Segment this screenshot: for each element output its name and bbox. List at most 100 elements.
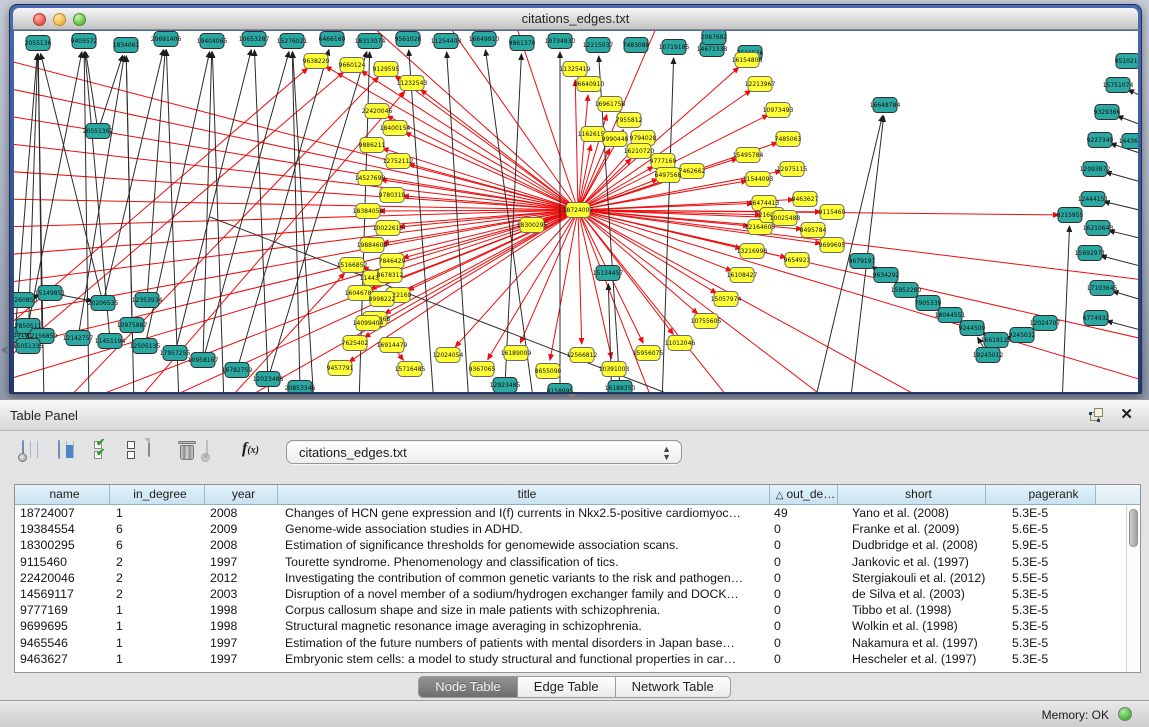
graph-node[interactable]: 15134457: [593, 266, 624, 281]
graph-edge[interactable]: [1101, 256, 1138, 269]
graph-node[interactable]: 10653287: [239, 32, 270, 47]
column-header-title[interactable]: title: [278, 485, 770, 504]
table-row[interactable]: 1872400712008Changes of HCN gene express…: [15, 505, 1140, 521]
graph-node[interactable]: 8678312: [377, 268, 404, 283]
graph-node[interactable]: 11254403: [431, 34, 462, 49]
graph-node[interactable]: 13216998: [737, 244, 768, 259]
graph-node[interactable]: 9245032: [1009, 328, 1036, 343]
graph-node[interactable]: 12752112: [383, 154, 414, 169]
graph-node[interactable]: 7625402: [342, 336, 369, 351]
graph-node[interactable]: 16914479: [377, 338, 408, 353]
graph-node[interactable]: 11232543: [397, 76, 428, 91]
graph-node[interactable]: 10755605: [691, 314, 722, 329]
graph-node[interactable]: 10719185: [659, 40, 690, 55]
graph-node[interactable]: 9777169: [650, 154, 677, 169]
graph-edge[interactable]: [505, 54, 521, 385]
graph-edge[interactable]: [1104, 202, 1138, 213]
graph-node[interactable]: 12566812: [567, 348, 598, 363]
graph-node[interactable]: 16961758: [595, 97, 626, 112]
graph-node[interactable]: 10975887: [117, 318, 148, 333]
scrollbar-thumb[interactable]: [1129, 509, 1138, 547]
graph-node[interactable]: 18400154: [380, 121, 411, 136]
graph-node[interactable]: 7955812: [616, 113, 643, 128]
graph-node[interactable]: 15051335: [14, 339, 43, 354]
graph-edge[interactable]: [203, 52, 212, 360]
graph-edge[interactable]: [1113, 291, 1138, 303]
graph-node[interactable]: 9244509: [959, 321, 986, 336]
graph-node[interactable]: 12505135: [130, 339, 161, 354]
table-row[interactable]: 1830029562008Estimation of significance …: [15, 537, 1140, 553]
graph-node[interactable]: 12023488: [253, 372, 284, 387]
graph-node[interactable]: 14099404: [353, 316, 384, 331]
graph-node[interactable]: 11544093: [743, 172, 774, 187]
graph-edge[interactable]: [1128, 90, 1138, 101]
tab-network-table[interactable]: Network Table: [616, 676, 731, 698]
graph-node[interactable]: 17103645: [1087, 281, 1118, 296]
graph-node[interactable]: 1834061: [113, 38, 140, 53]
graph-edge[interactable]: [210, 217, 666, 392]
graph-node[interactable]: 12444151: [1078, 192, 1109, 207]
column-header-short[interactable]: short: [838, 485, 986, 504]
graph-node[interactable]: 12215037: [583, 38, 614, 53]
graph-node[interactable]: 16618123: [981, 333, 1012, 348]
network-canvas[interactable]: 2055136940557218340612069140619404065106…: [14, 31, 1138, 392]
graph-node[interactable]: 9510213: [1115, 54, 1138, 69]
graph-node[interactable]: 14527699: [355, 171, 386, 186]
graph-node[interactable]: 12142757: [63, 331, 94, 346]
float-panel-icon[interactable]: [1090, 408, 1103, 421]
graph-node[interactable]: 12024054: [433, 348, 464, 363]
column-header-pagerank[interactable]: pagerank: [986, 485, 1096, 504]
table-row[interactable]: 911546021997Tourette syndrome. Phenomeno…: [15, 554, 1140, 570]
graph-node[interactable]: 9699695: [819, 238, 846, 253]
graph-node[interactable]: 15276021: [277, 34, 308, 49]
graph-node[interactable]: 12975115: [777, 162, 808, 177]
graph-node[interactable]: 9634292: [873, 268, 900, 283]
graph-node[interactable]: 9654923: [784, 253, 811, 268]
graph-node[interactable]: 8998222: [369, 292, 396, 307]
graph-node[interactable]: 12093872: [1080, 162, 1111, 177]
graph-node[interactable]: 18724007: [563, 203, 594, 218]
graph-node[interactable]: 18384058: [353, 204, 384, 219]
graph-edge[interactable]: [578, 210, 582, 344]
graph-node[interactable]: 11451194: [95, 334, 126, 349]
graph-node[interactable]: 16189009: [501, 346, 532, 361]
graph-edge[interactable]: [444, 31, 578, 210]
graph-node[interactable]: 9457791: [327, 361, 354, 376]
graph-node[interactable]: 16210720: [624, 144, 655, 159]
graph-node[interactable]: 10022619: [373, 221, 404, 236]
graph-node[interactable]: 9886211: [359, 138, 386, 153]
window-title-bar[interactable]: citations_edges.txt: [13, 8, 1138, 30]
graph-node[interactable]: 8655098: [535, 364, 562, 379]
graph-node[interactable]: 7483088: [623, 38, 650, 53]
graph-node[interactable]: 9660124: [339, 58, 366, 73]
graph-node[interactable]: 10973493: [763, 103, 794, 118]
graph-node[interactable]: 15751074: [1103, 78, 1134, 93]
column-header-name[interactable]: name: [15, 485, 110, 504]
table-settings-button[interactable]: [22, 441, 24, 459]
graph-edge[interactable]: [98, 55, 123, 131]
graph-node[interactable]: 10025488: [770, 211, 801, 226]
network-window[interactable]: citations_edges.txt 20551369405572183406…: [9, 4, 1142, 394]
graph-node[interactable]: 9638220: [303, 54, 330, 69]
function-builder-button[interactable]: f(x): [242, 440, 259, 458]
close-panel-icon[interactable]: ✕: [1120, 405, 1133, 423]
graph-node[interactable]: 9329366: [1094, 105, 1121, 120]
column-header-in_degree[interactable]: in_degree: [110, 485, 205, 504]
graph-node[interactable]: 15716485: [395, 362, 426, 377]
graph-node[interactable]: 18300295: [517, 218, 548, 233]
graph-edge[interactable]: [1062, 226, 1070, 392]
graph-node[interactable]: 12213967: [745, 77, 776, 92]
graph-node[interactable]: 2087682: [701, 31, 728, 45]
tab-node-table[interactable]: Node Table: [418, 676, 518, 698]
graph-node[interactable]: 9129595: [373, 62, 400, 77]
graph-node[interactable]: 9861370: [509, 36, 536, 51]
graph-node[interactable]: 9405572: [71, 34, 98, 49]
graph-node[interactable]: 17957255: [160, 346, 191, 361]
graph-node[interactable]: 9990448: [602, 132, 629, 147]
graph-node[interactable]: 12353934: [132, 293, 163, 308]
graph-node[interactable]: 15149851: [35, 286, 66, 301]
graph-edge[interactable]: [575, 80, 578, 210]
graph-edge[interactable]: [203, 52, 289, 360]
graph-node[interactable]: 20691406: [151, 32, 182, 47]
graph-node[interactable]: 20206535: [88, 296, 119, 311]
